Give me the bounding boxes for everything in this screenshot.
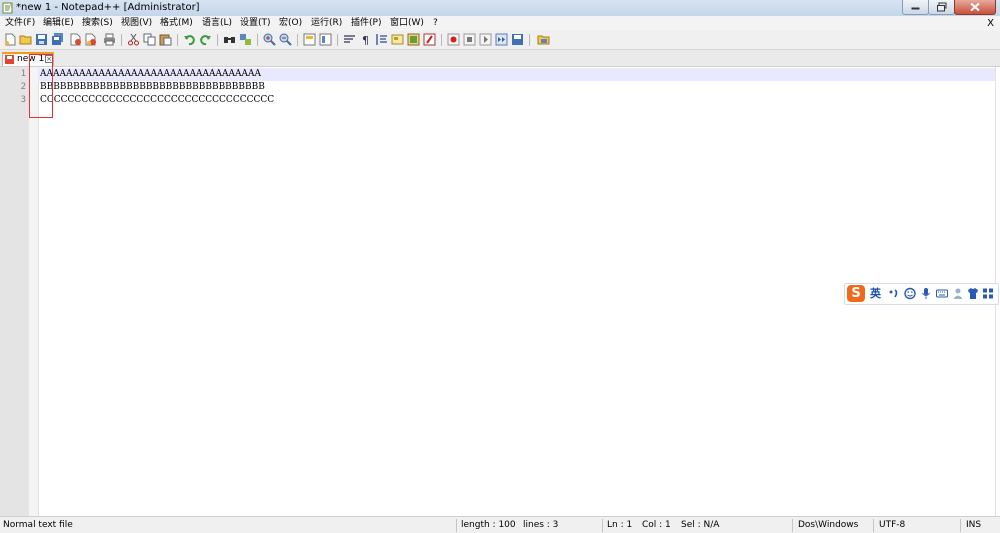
restore-button[interactable] <box>928 0 955 15</box>
print-icon[interactable] <box>103 33 116 46</box>
minimize-button[interactable] <box>902 0 929 15</box>
line-number-gutter <box>0 67 29 516</box>
save-icon[interactable] <box>35 33 48 46</box>
zoom-in-icon[interactable] <box>263 33 276 46</box>
menu-window[interactable]: 窗口(W) <box>390 16 424 31</box>
menu-run[interactable]: 运行(R) <box>311 16 342 31</box>
close-window-button[interactable] <box>954 0 996 15</box>
notepadpp-app-icon[interactable] <box>2 2 14 14</box>
status-eol-format[interactable]: Dos\Windows <box>798 517 858 533</box>
editor-line[interactable]: CCCCCCCCCCCCCCCCCCCCCCCCCCCCCCCCCC <box>40 94 274 107</box>
svg-text:¶: ¶ <box>362 34 369 46</box>
new-file-icon[interactable] <box>4 33 17 46</box>
tab-bar: new 1 × <box>0 50 1000 67</box>
title-bar[interactable]: *new 1 - Notepad++ [Administrator] <box>0 0 1000 16</box>
save-all-icon[interactable] <box>51 33 64 46</box>
ime-toolbar[interactable]: S 英 <box>844 283 999 305</box>
menu-settings[interactable]: 设置(T) <box>240 16 271 31</box>
grid-menu-icon[interactable] <box>982 287 994 300</box>
toolbar: ¶ <box>0 31 1000 50</box>
run-macro-multiple-icon[interactable] <box>495 33 508 46</box>
menu-language[interactable]: 语言(L) <box>202 16 232 31</box>
status-lines: lines : 3 <box>523 520 559 530</box>
sync-v-icon[interactable] <box>303 33 316 46</box>
replace-icon[interactable] <box>239 33 252 46</box>
menu-macro[interactable]: 宏(O) <box>279 16 302 31</box>
play-macro-icon[interactable] <box>479 33 492 46</box>
status-selection: Sel : N/A <box>681 520 720 530</box>
indent-guide-icon[interactable] <box>375 33 388 46</box>
zoom-out-icon[interactable] <box>279 33 292 46</box>
record-macro-icon[interactable] <box>447 33 460 46</box>
menu-bar: 文件(F) 编辑(E) 搜索(S) 视图(V) 格式(M) 语言(L) 设置(T… <box>0 16 1000 32</box>
microphone-icon[interactable] <box>920 287 932 300</box>
cut-icon[interactable] <box>127 33 140 46</box>
menu-search[interactable]: 搜索(S) <box>82 16 113 31</box>
close-document-button[interactable]: X <box>987 16 994 31</box>
line-number: 3 <box>20 95 26 105</box>
menu-help[interactable]: ? <box>433 16 438 31</box>
skin-icon[interactable] <box>967 287 979 300</box>
annotation-highlight-box <box>29 54 53 118</box>
sync-h-icon[interactable] <box>319 33 332 46</box>
ime-language-toggle[interactable]: 英 <box>870 286 881 301</box>
close-all-icon[interactable] <box>84 33 97 46</box>
stop-macro-icon[interactable] <box>463 33 476 46</box>
status-length: length : 100 <box>461 520 516 530</box>
emoji-icon[interactable] <box>904 287 916 300</box>
status-file-type: Normal text file <box>3 520 73 530</box>
window-title: *new 1 - Notepad++ [Administrator] <box>16 2 200 13</box>
show-all-chars-icon[interactable]: ¶ <box>359 33 372 46</box>
undo-icon[interactable] <box>183 33 196 46</box>
folder-workspace-icon[interactable] <box>537 33 550 46</box>
line-number: 2 <box>20 82 26 92</box>
line-number: 1 <box>20 69 26 79</box>
menu-edit[interactable]: 编辑(E) <box>43 16 74 31</box>
status-line-position: Ln : 1 <box>607 520 633 530</box>
word-wrap-icon[interactable] <box>343 33 356 46</box>
status-column-position: Col : 1 <box>642 520 671 530</box>
editor-line[interactable]: AAAAAAAAAAAAAAAAAAAAAAAAAAAAAAAAAA <box>40 68 261 81</box>
function-list-icon[interactable] <box>423 33 436 46</box>
status-bar: Normal text file length : 100 lines : 3 … <box>0 516 1000 533</box>
redo-icon[interactable] <box>199 33 212 46</box>
menu-plugins[interactable]: 插件(P) <box>351 16 381 31</box>
fold-margin[interactable] <box>29 67 39 516</box>
open-file-icon[interactable] <box>19 33 32 46</box>
user-icon[interactable] <box>952 287 964 300</box>
doc-map-icon[interactable] <box>407 33 420 46</box>
status-encoding[interactable]: UTF-8 <box>879 517 905 533</box>
save-macro-icon[interactable] <box>511 33 524 46</box>
find-icon[interactable] <box>223 33 236 46</box>
editor-line[interactable]: BBBBBBBBBBBBBBBBBBBBBBBBBBBBBBBBBB <box>40 81 265 94</box>
keyboard-icon[interactable] <box>936 287 948 300</box>
paste-icon[interactable] <box>159 33 172 46</box>
user-lang-icon[interactable] <box>391 33 404 46</box>
menu-format[interactable]: 格式(M) <box>160 16 193 31</box>
punctuation-icon[interactable] <box>888 287 900 300</box>
sogou-logo-icon[interactable]: S <box>847 285 865 302</box>
status-insert-mode[interactable]: INS <box>966 517 981 533</box>
copy-icon[interactable] <box>143 33 156 46</box>
close-icon[interactable] <box>69 33 82 46</box>
unsaved-file-icon <box>5 55 14 64</box>
menu-file[interactable]: 文件(F) <box>5 16 35 31</box>
menu-view[interactable]: 视图(V) <box>121 16 152 31</box>
